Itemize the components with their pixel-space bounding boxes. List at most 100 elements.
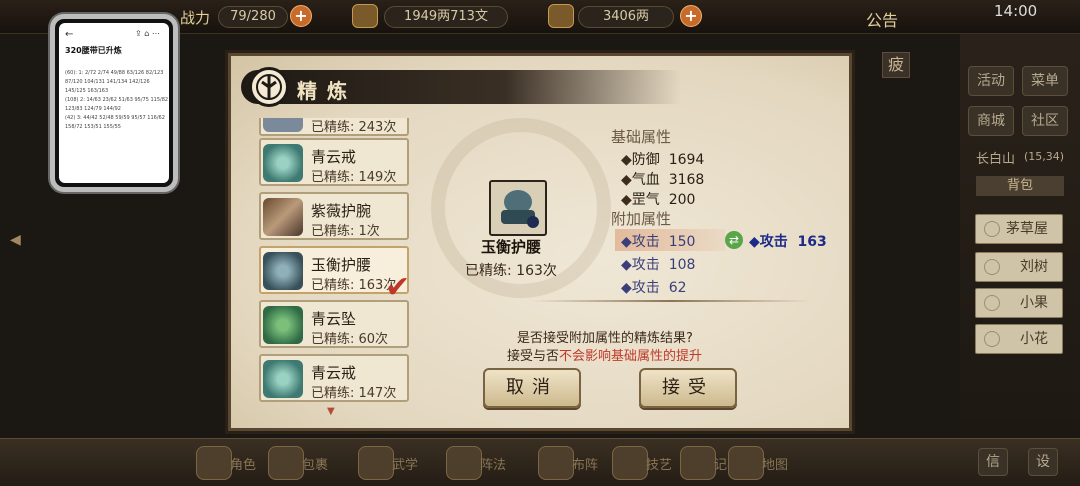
stat-value: 200 <box>668 192 696 208</box>
role-icon <box>196 446 232 480</box>
bracer-icon <box>263 198 303 236</box>
list-item[interactable]: 青云戒 已精练: 149次 <box>259 138 409 186</box>
stat-value: 62 <box>668 280 687 296</box>
note-line: (108) 2: 14/63 23/62 51/63 95/75 115/82 <box>65 97 169 103</box>
bag-icon <box>268 446 304 480</box>
list-item[interactable]: 已精练: 243次 <box>259 118 409 136</box>
item-refine-count: 已精练: 163次 <box>311 278 397 293</box>
dock-label: 布阵 <box>572 458 599 473</box>
diamond-icon: ◆ <box>621 152 632 168</box>
back-arrow-icon[interactable]: ← <box>65 29 73 40</box>
npc-icon <box>984 295 1000 311</box>
fatigue-indicator[interactable]: 疲 <box>882 52 910 78</box>
menu-button[interactable]: 菜单 <box>1022 66 1068 96</box>
dock-label: 地图 <box>762 458 789 473</box>
npc-button[interactable]: 小花 <box>975 324 1063 354</box>
new-stat: ◆攻击 163 <box>749 231 827 251</box>
activity-button[interactable]: 活动 <box>968 66 1014 96</box>
dock-skill[interactable]: 技艺 <box>612 440 682 484</box>
ingot-icon <box>548 4 574 28</box>
selected-item-name: 玉衡护腰 <box>481 238 542 256</box>
stat-label: 防御 <box>631 152 660 168</box>
item-refine-count: 已精练: 243次 <box>311 120 397 135</box>
chevron-left-icon[interactable]: ◀ <box>10 232 24 250</box>
settings-button[interactable]: 设 <box>1028 448 1058 476</box>
note-line: 87/120 104/131 141/134 142/126 145/125 1… <box>65 79 150 94</box>
floating-window[interactable]: ← ⇪ ⌂ ⋯ 320腰带已升炼 (60): 1: 2/72 2/74 49/8… <box>50 14 178 192</box>
dock-label: 技艺 <box>646 458 673 473</box>
npc-label: 刘树 <box>1020 259 1048 275</box>
note-prefix: 接受与否 <box>507 349 560 364</box>
list-item[interactable]: 紫薇护腕 已精练: 1次 <box>259 192 409 240</box>
dock-layout[interactable]: 布阵 <box>538 440 608 484</box>
location-name: 长白山 <box>976 152 1016 167</box>
stat-label: 气血 <box>631 172 660 188</box>
item-name: 玉衡护腰 <box>311 256 372 274</box>
new-stat-value: 163 <box>797 234 827 250</box>
dock-map[interactable]: 地图 <box>728 440 798 484</box>
note-line: 123/83 124/79 144/92 <box>65 106 121 112</box>
diamond-icon: ◆ <box>621 172 632 188</box>
pendant-icon <box>263 306 303 344</box>
stat-value: 150 <box>668 234 696 250</box>
list-item[interactable]: 青云戒 已精练: 147次 <box>259 354 409 402</box>
item-thumbnail <box>263 118 303 132</box>
npc-button[interactable]: 小果 <box>975 288 1063 318</box>
stat-label: 攻击 <box>631 234 660 250</box>
mail-button[interactable]: 信 <box>978 448 1008 476</box>
diamond-icon: ◆ <box>621 192 632 208</box>
dock-martial[interactable]: 武学 <box>358 440 428 484</box>
item-list[interactable]: 已精练: 243次 青云戒 已精练: 149次 紫薇护腕 已精练: 1次 玉衡护… <box>253 118 411 414</box>
dock-label: 角色 <box>230 458 257 473</box>
refine-dialog: 精炼 已精练: 243次 青云戒 已精练: 149次 紫薇护腕 已精练: 1次 … <box>228 53 852 431</box>
ingot-counter: 3406两 <box>578 6 674 28</box>
note-line: (42) 3: 44/42 52/48 59/59 95/57 116/62 <box>65 115 165 121</box>
selected-item-refine: 已精练: 163次 <box>465 263 557 279</box>
share-icon[interactable]: ⇪ ⌂ ⋯ <box>135 29 160 38</box>
shop-button[interactable]: 商城 <box>968 106 1014 136</box>
map-icon <box>728 446 764 480</box>
npc-label: 茅草屋 <box>1006 221 1048 237</box>
base-attr-title: 基础属性 <box>611 128 672 146</box>
npc-icon <box>984 331 1000 347</box>
dock-bag[interactable]: 包裹 <box>268 440 338 484</box>
book-icon <box>358 446 394 480</box>
stamina-counter: 79/280 <box>218 6 288 28</box>
confirm-note: 接受与否不会影响基础属性的提升 <box>507 345 702 364</box>
ring-icon <box>263 360 303 398</box>
diamond-icon: ◆ <box>749 234 760 250</box>
base-stat-row: ◆罡气 200 <box>621 189 695 209</box>
stat-label: 罡气 <box>631 192 660 208</box>
ring-icon <box>263 144 303 182</box>
add-attr-title: 附加属性 <box>611 210 672 228</box>
note-line: (60): 1: 2/72 2/74 49/88 63/126 82/123 <box>65 70 164 76</box>
npc-button[interactable]: 茅草屋 <box>975 214 1063 244</box>
stat-label: 攻击 <box>631 257 660 273</box>
diamond-icon: ◆ <box>621 234 632 250</box>
notice-button[interactable]: 公告 <box>866 7 898 31</box>
add-stat-row: ◆攻击 62 <box>621 277 687 297</box>
list-item[interactable]: 青云坠 已精练: 60次 <box>259 300 409 348</box>
add-ingot-button[interactable]: + <box>680 5 702 27</box>
item-name: 青云戒 <box>311 364 357 382</box>
diamond-icon: ◆ <box>621 280 632 296</box>
base-stat-row: ◆防御 1694 <box>621 149 704 169</box>
stat-value: 1694 <box>668 152 705 168</box>
bag-tab[interactable]: 背包 <box>976 176 1064 196</box>
scroll-down-icon[interactable]: ▼ <box>327 406 335 417</box>
item-name: 青云坠 <box>311 310 357 328</box>
money-counter: 1949两713文 <box>384 6 508 28</box>
cancel-button[interactable]: 取消 <box>483 368 581 408</box>
confirm-prompt: 是否接受附加属性的精炼结果? <box>517 331 693 346</box>
base-stat-row: ◆气血 3168 <box>621 169 704 189</box>
add-stamina-button[interactable]: + <box>290 5 312 27</box>
npc-label: 小花 <box>1020 331 1048 347</box>
npc-button[interactable]: 刘树 <box>975 252 1063 282</box>
dock-formation[interactable]: 阵法 <box>446 440 516 484</box>
accept-button[interactable]: 接受 <box>639 368 737 408</box>
yinyang-icon <box>446 446 482 480</box>
dock-role[interactable]: 角色 <box>196 440 266 484</box>
community-button[interactable]: 社区 <box>1022 106 1068 136</box>
combat-power-label: 战力 <box>180 9 211 27</box>
dock-label: 阵法 <box>480 458 507 473</box>
